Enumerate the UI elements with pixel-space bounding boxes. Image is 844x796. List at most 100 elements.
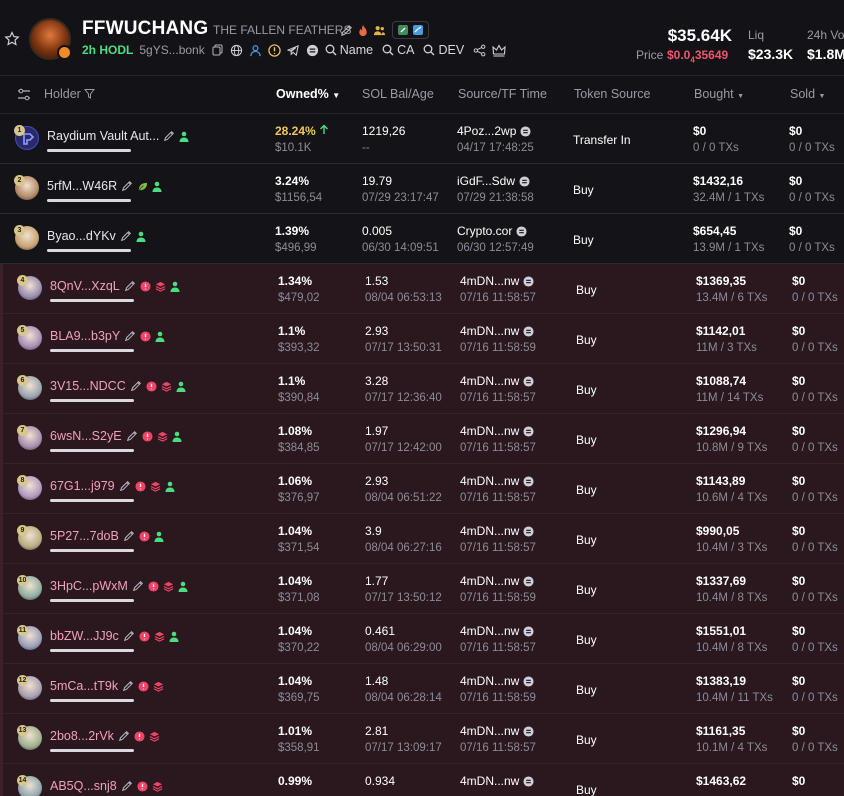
edit-icon[interactable] [130, 380, 142, 392]
holder-cell[interactable]: Raydium Vault Aut... [47, 129, 189, 143]
edit-icon[interactable] [123, 630, 135, 642]
table-row[interactable]: 9 5P27...7doB 1.04% $371,54 3.9 08/04 06:27:… [0, 514, 844, 564]
table-row[interactable]: 13 2bo8...2rVk 1.01% $358,91 2.81 07/17 13:0… [0, 714, 844, 764]
search-ca-link[interactable]: CA [397, 43, 414, 57]
search-icon[interactable] [382, 44, 394, 56]
search-name-link[interactable]: Name [340, 43, 373, 57]
settings-sliders-icon[interactable] [17, 88, 31, 101]
table-row[interactable]: 10 3HpC...pWxM 1.04% $371,08 1.77 07/17 13:5… [0, 564, 844, 614]
holder-cell[interactable]: 8QnV...XzqL [50, 279, 180, 293]
holder-cell[interactable]: AB5Q...snj8 [50, 779, 163, 793]
col-holder[interactable]: Holder [44, 87, 96, 101]
table-row[interactable]: 4 8QnV...XzqL 1.34% $479,02 1.53 08/04 06:53… [0, 264, 844, 314]
edit-icon[interactable] [163, 130, 175, 142]
col-sold[interactable]: Sold ▼ [790, 87, 825, 101]
col-sol-bal[interactable]: SOL Bal/Age [362, 87, 434, 101]
funding-source[interactable]: 4mDN...nw [460, 774, 534, 788]
user-icon[interactable] [249, 44, 262, 57]
funding-source[interactable]: 4mDN...nw [460, 274, 534, 288]
holder-cell[interactable]: bbZW...JJ9c [50, 629, 179, 643]
holder-address[interactable]: 3HpC...pWxM [50, 579, 128, 593]
holder-address[interactable]: AB5Q...snj8 [50, 779, 117, 793]
edit-icon[interactable] [122, 680, 134, 692]
share-icon[interactable] [473, 44, 486, 57]
edit-icon[interactable] [132, 580, 144, 592]
col-owned-sort[interactable]: Owned% ▼ [276, 87, 340, 101]
search-dev-link[interactable]: DEV [438, 43, 464, 57]
table-row[interactable]: 6 3V15...NDCC 1.1% $390,84 3.28 07/17 12:36:… [0, 364, 844, 414]
col-token-source[interactable]: Token Source [574, 87, 650, 101]
table-row[interactable]: 12 5mCa...tT9k 1.04% $369,75 1.48 08/04 06:2… [0, 664, 844, 714]
table-row[interactable]: 14 AB5Q...snj8 0.99% 0.934 4mDN...nw Buy $146… [0, 764, 844, 796]
col-bought[interactable]: Bought ▼ [694, 87, 744, 101]
edit-icon[interactable] [120, 230, 132, 242]
edit-icon[interactable] [123, 530, 135, 542]
holder-cell[interactable]: 2bo8...2rVk [50, 729, 160, 743]
holder-address[interactable]: 3V15...NDCC [50, 379, 126, 393]
holder-address[interactable]: Byao...dYKv [47, 229, 116, 243]
edit-icon[interactable] [124, 330, 136, 342]
funding-source[interactable]: 4mDN...nw [460, 424, 534, 438]
holder-address[interactable]: BLA9...b3pY [50, 329, 120, 343]
table-row[interactable]: 1 Raydium Vault Aut... 28.24% $10.1K 1219,2… [0, 114, 844, 164]
edit-icon[interactable] [119, 480, 131, 492]
edit-icon[interactable] [124, 280, 136, 292]
funding-source[interactable]: 4mDN...nw [460, 374, 534, 388]
search-icon[interactable] [423, 44, 435, 56]
holder-address[interactable]: 5P27...7doB [50, 529, 119, 543]
funding-source[interactable]: 4mDN...nw [460, 624, 534, 638]
star-icon[interactable] [4, 31, 20, 47]
holder-address[interactable]: 5rfM...W46R [47, 179, 117, 193]
filter-icon[interactable] [84, 88, 96, 99]
owned-percent: 1.06% [278, 474, 313, 488]
edit-icon[interactable] [118, 730, 130, 742]
table-row[interactable]: 11 bbZW...JJ9c 1.04% $370,22 0.461 08/04 06:… [0, 614, 844, 664]
holder-cell[interactable]: 5rfM...W46R [47, 179, 162, 193]
crown-icon[interactable] [492, 43, 506, 57]
holder-cell[interactable]: Byao...dYKv [47, 229, 146, 243]
funding-source[interactable]: 4mDN...nw [460, 474, 534, 488]
holder-address[interactable]: 8QnV...XzqL [50, 279, 120, 293]
table-row[interactable]: 7 6wsN...S2yE 1.08% $384,85 1.97 07/17 12:42… [0, 414, 844, 464]
holder-address[interactable]: Raydium Vault Aut... [47, 129, 159, 143]
warning-icon[interactable] [268, 43, 281, 57]
holder-address[interactable]: bbZW...JJ9c [50, 629, 119, 643]
funding-source[interactable]: 4mDN...nw [460, 724, 534, 738]
funding-source[interactable]: 4Poz...2wp [457, 124, 531, 138]
funding-source[interactable]: 4mDN...nw [460, 574, 534, 588]
contract-address[interactable]: 5gYS...bonk [139, 43, 204, 57]
holder-cell[interactable]: BLA9...b3pY [50, 329, 165, 343]
holder-cell[interactable]: 3V15...NDCC [50, 379, 186, 393]
holder-cell[interactable]: 3HpC...pWxM [50, 579, 188, 593]
holder-address[interactable]: 6wsN...S2yE [50, 429, 122, 443]
funding-source[interactable]: Crypto.cor [457, 224, 527, 238]
funding-source[interactable]: 4mDN...nw [460, 324, 534, 338]
holder-cell[interactable]: 5mCa...tT9k [50, 679, 164, 693]
twitter-icon[interactable] [412, 24, 424, 36]
funding-source[interactable]: iGdF...Sdw [457, 174, 530, 188]
table-row[interactable]: 8 67G1...j979 1.06% $376,97 2.93 08/04 06:51… [0, 464, 844, 514]
copy-icon[interactable] [212, 44, 224, 56]
link-icon[interactable] [397, 24, 409, 36]
holder-address[interactable]: 2bo8...2rVk [50, 729, 114, 743]
table-row[interactable]: 5 BLA9...b3pY 1.1% $393,32 2.93 07/17 13:50:… [0, 314, 844, 364]
col-source[interactable]: Source/TF Time [458, 87, 547, 101]
edit-icon[interactable] [121, 180, 133, 192]
holder-cell[interactable]: 6wsN...S2yE [50, 429, 182, 443]
edit-icon[interactable] [340, 24, 353, 37]
holder-address[interactable]: 5mCa...tT9k [50, 679, 118, 693]
table-row[interactable]: 3 Byao...dYKv 1.39% $496,99 0.005 06/30 14:0… [0, 214, 844, 264]
funding-source[interactable]: 4mDN...nw [460, 674, 534, 688]
globe-icon[interactable] [230, 44, 243, 57]
holder-cell[interactable]: 67G1...j979 [50, 479, 175, 493]
exchange-icon[interactable] [306, 44, 319, 57]
edit-icon[interactable] [121, 780, 133, 792]
telegram-icon[interactable] [286, 44, 300, 57]
holder-address[interactable]: 67G1...j979 [50, 479, 115, 493]
table-row[interactable]: 2 5rfM...W46R 3.24% $1156,54 19.79 07/29 23:… [0, 164, 844, 214]
edit-icon[interactable] [126, 430, 138, 442]
holder-cell[interactable]: 5P27...7doB [50, 529, 164, 543]
funding-source[interactable]: 4mDN...nw [460, 524, 534, 538]
price-label: Price [636, 48, 664, 62]
search-icon[interactable] [325, 44, 337, 56]
